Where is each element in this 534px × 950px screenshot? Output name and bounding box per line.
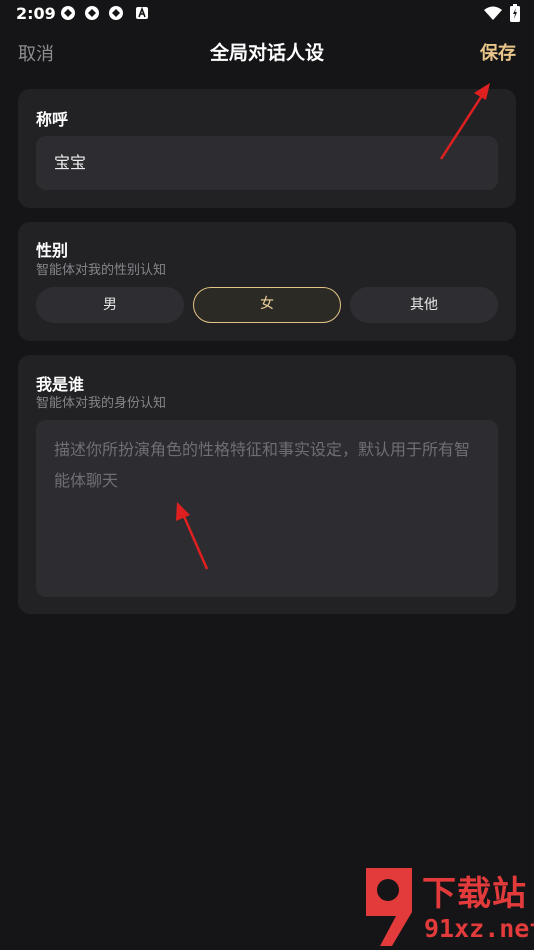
watermark-bottom-text: 91xz.net: [424, 914, 534, 943]
sync-icon: [85, 6, 99, 20]
battery-charging-icon: [510, 4, 520, 22]
name-card: 称呼 宝宝: [18, 89, 516, 208]
gender-option-male[interactable]: 男: [36, 287, 184, 323]
gender-section-title: 性别: [36, 241, 69, 260]
status-right: [484, 4, 520, 22]
watermark-top-text: 下载站: [422, 874, 527, 914]
sync-icon: [61, 6, 75, 20]
gender-section-subtitle: 智能体对我的性别认知: [36, 263, 167, 278]
identity-textarea[interactable]: 描述你所扮演角色的性格特征和事实设定，默认用于所有智能体聊天: [36, 420, 498, 597]
gender-option-female[interactable]: 女: [193, 287, 341, 323]
wifi-icon: [484, 6, 502, 20]
name-section-title: 称呼: [36, 110, 69, 129]
status-bar: 2:09: [0, 0, 534, 28]
sync-icon: [109, 6, 123, 20]
header-bar: 取消 全局对话人设 保存: [0, 28, 534, 74]
page-title: 全局对话人设: [209, 42, 324, 64]
identity-section-subtitle: 智能体对我的身份认知: [36, 396, 167, 411]
text-notification-icon: [136, 6, 148, 19]
watermark-logo-icon: [366, 868, 412, 946]
name-input[interactable]: 宝宝: [36, 136, 498, 190]
gender-card: 性别 智能体对我的性别认知 男 女 其他: [18, 222, 516, 341]
gender-option-other[interactable]: 其他: [350, 287, 498, 323]
watermark: 下载站 91xz.net: [358, 864, 534, 948]
status-time: 2:09: [16, 4, 56, 23]
identity-card: 我是谁 智能体对我的身份认知 描述你所扮演角色的性格特征和事实设定，默认用于所有…: [18, 355, 516, 614]
save-button[interactable]: 保存: [480, 39, 516, 65]
